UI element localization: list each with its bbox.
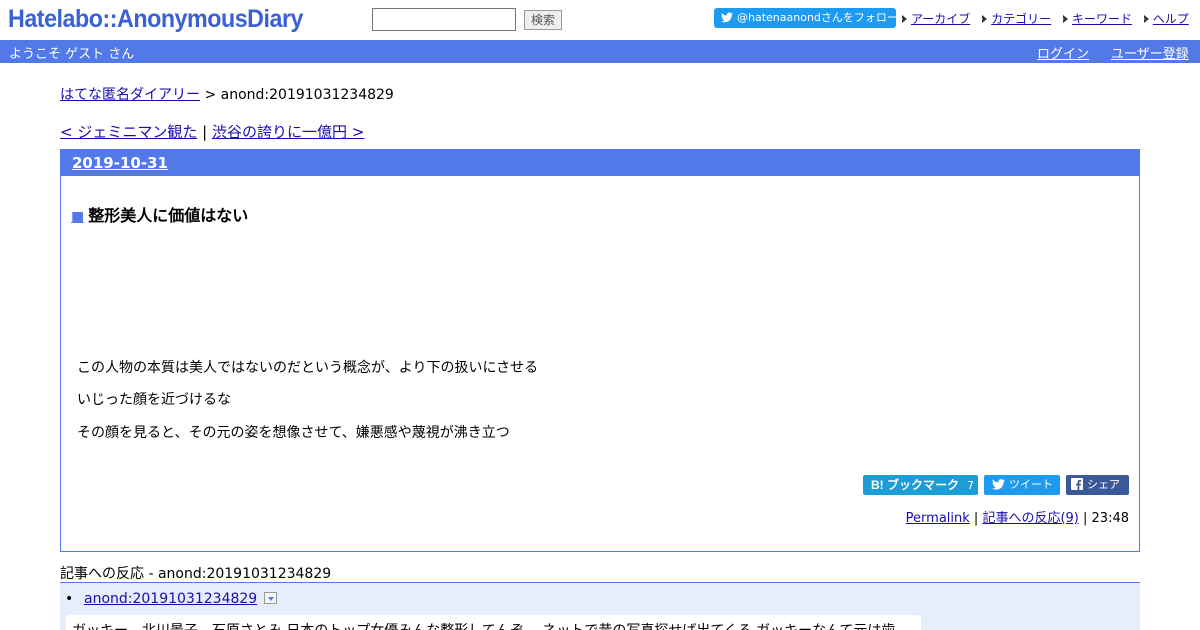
search-button[interactable]: 検索 (524, 10, 562, 30)
bookmark-count: 7 (967, 479, 974, 492)
register-link[interactable]: ユーザー登録 (1111, 43, 1189, 62)
prev-entry-link[interactable]: < ジェミニマン観た (60, 123, 197, 141)
entry-title: ■ 整形美人に価値はない (71, 202, 248, 226)
twitter-follow-button[interactable]: @hatenaanondさんをフォロー (714, 8, 898, 28)
entry-date-bar: 2019-10-31 (61, 150, 1139, 176)
bookmark-label: B! ブックマーク (871, 478, 959, 492)
header-link-keyword[interactable]: キーワード (1072, 12, 1132, 26)
entry-footer: Permalink | 記事への反応(9) | 23:48 (906, 507, 1129, 526)
entry-date-link[interactable]: 2019-10-31 (72, 154, 168, 172)
share-label: シェア (1087, 478, 1120, 491)
breadcrumb-separator: > (200, 87, 221, 103)
entry-navigation: < ジェミニマン観た | 渋谷の誇りに一億円 > (60, 121, 364, 142)
next-entry-link[interactable]: 渋谷の誇りに一億円 > (212, 123, 364, 141)
reactions-list: • anond:20191031234829 ガッキー、北川景子、石原さとみ 日… (60, 582, 1140, 630)
diary-entry: 2019-10-31 ■ 整形美人に価値はない この人物の本質は美人ではないのだと… (60, 149, 1140, 552)
entry-body-line: いじった顔を近づけるな (77, 392, 231, 408)
arrow-right-icon (900, 15, 907, 23)
reaction-excerpt: ガッキー、北川景子、石原さとみ 日本のトップ女優みんな整形してんぞ。 ネットで昔… (66, 615, 921, 630)
reaction-entry-link[interactable]: anond:20191031234829 (84, 591, 257, 607)
chevron-down-icon[interactable] (264, 592, 278, 604)
entry-title-marker[interactable]: ■ (71, 209, 84, 225)
facebook-icon (1071, 478, 1083, 490)
user-bar: ようこそ ゲスト さん ログイン ユーザー登録 (0, 40, 1200, 63)
arrow-right-icon (1141, 15, 1149, 23)
header-link-help[interactable]: ヘルプ (1153, 12, 1189, 26)
list-item: • anond:20191031234829 (65, 591, 278, 607)
permalink[interactable]: Permalink (906, 511, 970, 526)
header-links: アーカイブ カテゴリー キーワード ヘルプ (900, 10, 1189, 27)
breadcrumb-current: anond:20191031234829 (220, 87, 394, 103)
follow-label: @hatenaanondさんをフォロー (737, 11, 898, 24)
twitter-bird-icon (721, 12, 733, 23)
search-input[interactable] (372, 8, 516, 31)
nav-divider: | (197, 123, 212, 141)
hatena-bookmark-button[interactable]: B! ブックマーク 7 (863, 475, 978, 495)
breadcrumb: はてな匿名ダイアリー > anond:20191031234829 (60, 84, 394, 104)
tweet-label: ツイート (1009, 478, 1053, 491)
twitter-bird-icon (992, 479, 1005, 490)
site-header: Hatelabo::AnonymousDiary 検索 @hatenaanond… (0, 0, 1200, 40)
welcome-text: ようこそ ゲスト さん (9, 47, 135, 62)
reactions-link[interactable]: 記事への反応(9) (982, 511, 1078, 526)
login-link[interactable]: ログイン (1037, 43, 1089, 62)
header-link-archive[interactable]: アーカイブ (911, 12, 970, 26)
entry-title-text: 整形美人に価値はない (88, 206, 249, 225)
reactions-heading: 記事への反応 - anond:20191031234829 (60, 566, 332, 582)
list-bullet: • (65, 591, 74, 607)
footer-separator: | (969, 511, 983, 526)
arrow-right-icon (1060, 15, 1068, 23)
site-logo[interactable]: Hatelabo::AnonymousDiary (8, 5, 303, 34)
footer-separator: | (1078, 511, 1092, 526)
facebook-share-button[interactable]: シェア (1066, 475, 1129, 495)
breadcrumb-home-link[interactable]: はてな匿名ダイアリー (60, 87, 200, 103)
header-link-category[interactable]: カテゴリー (991, 12, 1051, 26)
entry-time: 23:48 (1091, 511, 1129, 526)
entry-body-line: その顔を見ると、その元の姿を想像させて、嫌悪感や蔑視が沸き立つ (77, 425, 510, 441)
arrow-right-icon (980, 15, 988, 23)
tweet-button[interactable]: ツイート (984, 475, 1060, 495)
entry-body-line: この人物の本質は美人ではないのだという概念が、より下の扱いにさせる (77, 360, 539, 376)
